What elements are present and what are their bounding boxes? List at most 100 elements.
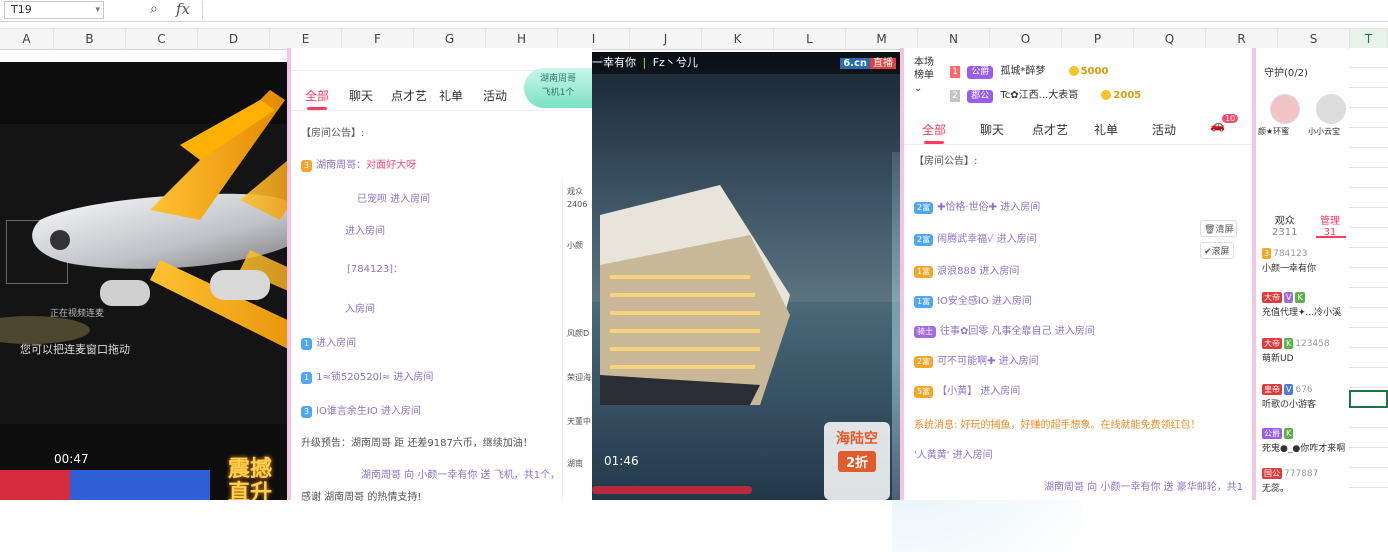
chat-text: 闹腾武幸福√ 进入房间 — [937, 234, 1037, 245]
progress-bar[interactable] — [592, 486, 752, 494]
list-item[interactable]: 大帝 V K 充值代理✦...冷小溪 — [1262, 292, 1341, 318]
audience-user[interactable]: 天董中 — [567, 416, 591, 427]
tab-chat[interactable]: 聊天 — [349, 87, 373, 104]
col-header-e[interactable]: E — [270, 29, 342, 49]
clear-screen-button[interactable]: 🗑清屏 — [1200, 220, 1238, 237]
col-header-g[interactable]: G — [414, 29, 486, 49]
user-name: 死鬼●_●你咋才来啊 — [1262, 444, 1346, 454]
chat-message: 3 IO谁言余生IO 进入房间 — [301, 402, 421, 418]
tab-talent[interactable]: 点才艺 — [1032, 121, 1068, 138]
rank-row[interactable]: 2 郡公 Tc✿江西...大表哥 2005 — [950, 86, 1141, 103]
col-header-r[interactable]: R — [1206, 29, 1278, 49]
tab-all[interactable]: 全部 — [305, 87, 329, 110]
tab-chat[interactable]: 聊天 — [980, 121, 1004, 138]
col-header-t[interactable]: T — [1350, 29, 1388, 49]
live-badge: 直播 — [870, 58, 896, 69]
chat-message: 1 1≈锁520520l≈ 进入房间 — [301, 368, 433, 384]
viewers-tab[interactable]: 观众 2311 — [1272, 212, 1297, 238]
col-header-h[interactable]: H — [486, 29, 558, 49]
col-header-s[interactable]: S — [1278, 29, 1350, 49]
upgrade-notice: 升级预告：湖南周哥 距 还差9187六币，继续加油！ — [301, 438, 533, 449]
list-item[interactable]: 公爵 K 死鬼●_●你咋才来啊 — [1262, 428, 1345, 454]
col-header-a[interactable]: A — [0, 29, 54, 49]
gift-message: 湖南周哥 向 小颜一幸有你 送 飞机，共1个， — [361, 470, 561, 481]
avatar[interactable] — [1270, 94, 1300, 124]
col-header-c[interactable]: C — [126, 29, 198, 49]
coin-icon — [1101, 90, 1112, 100]
col-header-m[interactable]: M — [846, 29, 918, 49]
rank-user: 孤城*醉梦 — [1000, 66, 1046, 77]
guard-name[interactable]: 小小云宝 — [1308, 126, 1340, 137]
col-header-b[interactable]: B — [54, 29, 126, 49]
tab-talent[interactable]: 点才艺 — [391, 87, 427, 104]
host-name[interactable]: 一幸有你 — [592, 56, 636, 69]
col-header-n[interactable]: N — [918, 29, 990, 49]
name-box-value: T19 — [11, 3, 32, 16]
level-badge: 3 — [301, 160, 313, 172]
audience-count: 2406 — [567, 200, 588, 209]
col-header-k[interactable]: K — [702, 29, 774, 49]
audience-label: 观众 — [567, 187, 583, 196]
list-item[interactable]: 皇帝 V 676 听歌の小游客 — [1262, 384, 1316, 410]
noble-badge: 郡公 — [967, 90, 994, 103]
tab-events[interactable]: 活动 — [1152, 121, 1176, 138]
audience-user[interactable]: 湖南 — [567, 458, 583, 469]
chat-text: 对面好大呀 — [366, 160, 417, 171]
tab-gifts[interactable]: 礼单 — [439, 87, 463, 104]
right-chat-panel: 本场 榜单 ⌄ 1 公爵 孤城*醉梦 5000 2 郡公 Tc✿江西...大表哥… — [900, 48, 1256, 500]
col-header-i[interactable]: I — [558, 29, 630, 49]
audience-user[interactable]: 荣迎海 — [567, 372, 591, 383]
function-icon[interactable]: fx — [176, 0, 190, 18]
list-item[interactable]: 3 784123 小颜一幸有你 — [1262, 248, 1316, 274]
col-header-d[interactable]: D — [198, 29, 270, 49]
sale-badge[interactable]: 海陆空 2折 — [824, 422, 890, 500]
name-box[interactable]: T19 ▾ — [4, 1, 104, 19]
chat-text: IO安全感IO 进入房间 — [937, 296, 1032, 307]
tab-events[interactable]: 活动 — [483, 87, 507, 104]
guard-name[interactable]: 颜★环蜜 — [1258, 126, 1289, 137]
col-header-j[interactable]: J — [630, 29, 702, 49]
formula-bar: T19 ▾ ⌕ fx — [0, 0, 1388, 22]
rank-coins: 2005 — [1113, 90, 1142, 101]
right-chat-tabs: 全部 聊天 点才艺 礼单 活动 🚗 10 — [904, 114, 1252, 145]
col-header-q[interactable]: Q — [1134, 29, 1206, 49]
col-header-f[interactable]: F — [342, 29, 414, 49]
progress-bar[interactable] — [0, 470, 210, 500]
audience-user[interactable]: 风颜D — [567, 328, 589, 339]
gift-side-banner[interactable]: 湖南周哥 飞机1个 — [524, 68, 592, 108]
chevron-down-icon[interactable]: ▾ — [95, 2, 100, 18]
col-header-l[interactable]: L — [774, 29, 846, 49]
cruise-ship-gift-image — [600, 185, 790, 405]
tab-count-badge: 10 — [1222, 114, 1239, 123]
co-host-name[interactable]: Fz丶兮儿 — [653, 56, 698, 69]
tab-all[interactable]: 全部 — [922, 121, 946, 144]
left-audience-column: 观众 2406 小颜 风颜D 荣迎海 天董中 湖南 — [562, 180, 593, 500]
avatar[interactable] — [1316, 94, 1346, 124]
chat-message: 已宠呗 进入房间 — [357, 194, 431, 205]
sale-discount: 2折 — [837, 451, 877, 472]
level-badge: 1富 — [914, 266, 934, 278]
admin-tab-underline — [1316, 236, 1346, 238]
zoom-icon[interactable]: ⌕ — [150, 1, 158, 17]
audience-user[interactable]: 小颜 — [567, 240, 583, 251]
chat-sender[interactable]: 湖南周哥： — [316, 160, 366, 171]
chevron-down-icon[interactable]: ⌄ — [914, 82, 934, 95]
rank-position: 2 — [950, 90, 960, 102]
list-item[interactable]: 国公 777887 无蕊。 — [1262, 468, 1318, 494]
formula-input[interactable] — [202, 1, 1388, 19]
tab-gifts[interactable]: 礼单 — [1094, 121, 1118, 138]
cell-grid[interactable] — [1349, 48, 1388, 500]
chat-message: [784123]： — [347, 264, 403, 275]
col-header-o[interactable]: O — [990, 29, 1062, 49]
col-header-p[interactable]: P — [1062, 29, 1134, 49]
selected-cell[interactable] — [1349, 390, 1388, 408]
column-header-row: A B C D E F G H I J K L M N O P Q R S T — [0, 28, 1388, 50]
admin-tab[interactable]: 管理 31 — [1320, 212, 1340, 238]
rank-row[interactable]: 1 公爵 孤城*醉梦 5000 — [950, 62, 1108, 79]
visitor-message: '人黄黄' 进入房间 — [914, 450, 993, 461]
announcement: 【房间公告】: — [914, 156, 978, 167]
scroll-toggle-button[interactable]: ✔滚屏 — [1200, 242, 1234, 259]
list-item[interactable]: 大帝 K 123458 萌新UD — [1262, 338, 1330, 364]
announcement: 【房间公告】: — [301, 128, 365, 139]
chat-message: 2富 ✚恰格·世俗✚ 进入房间 — [914, 198, 1040, 214]
